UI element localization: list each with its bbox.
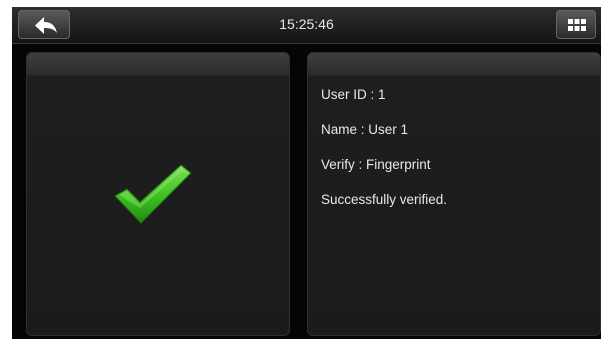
back-arrow-icon	[35, 17, 57, 34]
verification-message: Successfully verified.	[321, 192, 448, 207]
device-screen: 15:25:46 User ID: 1 Name: User 1 Verif…	[12, 7, 601, 339]
user-id-label: User ID : 1	[321, 87, 386, 102]
user-info-panel: User ID : 1 Name : User 1 Verify : Finge…	[307, 52, 601, 336]
checkmark-icon	[114, 164, 192, 224]
verification-status-panel	[26, 52, 290, 336]
user-info-list: User ID : 1 Name : User 1 Verify : Finge…	[321, 85, 447, 225]
user-name-label: Name : User 1	[321, 122, 409, 137]
menu-button[interactable]	[556, 10, 596, 39]
back-button[interactable]	[18, 10, 70, 39]
top-bar: 15:25:46	[12, 7, 601, 44]
clock: 15:25:46	[279, 16, 334, 32]
grid-menu-icon	[568, 19, 586, 31]
verify-method-label: Verify : Fingerprint	[321, 157, 431, 172]
